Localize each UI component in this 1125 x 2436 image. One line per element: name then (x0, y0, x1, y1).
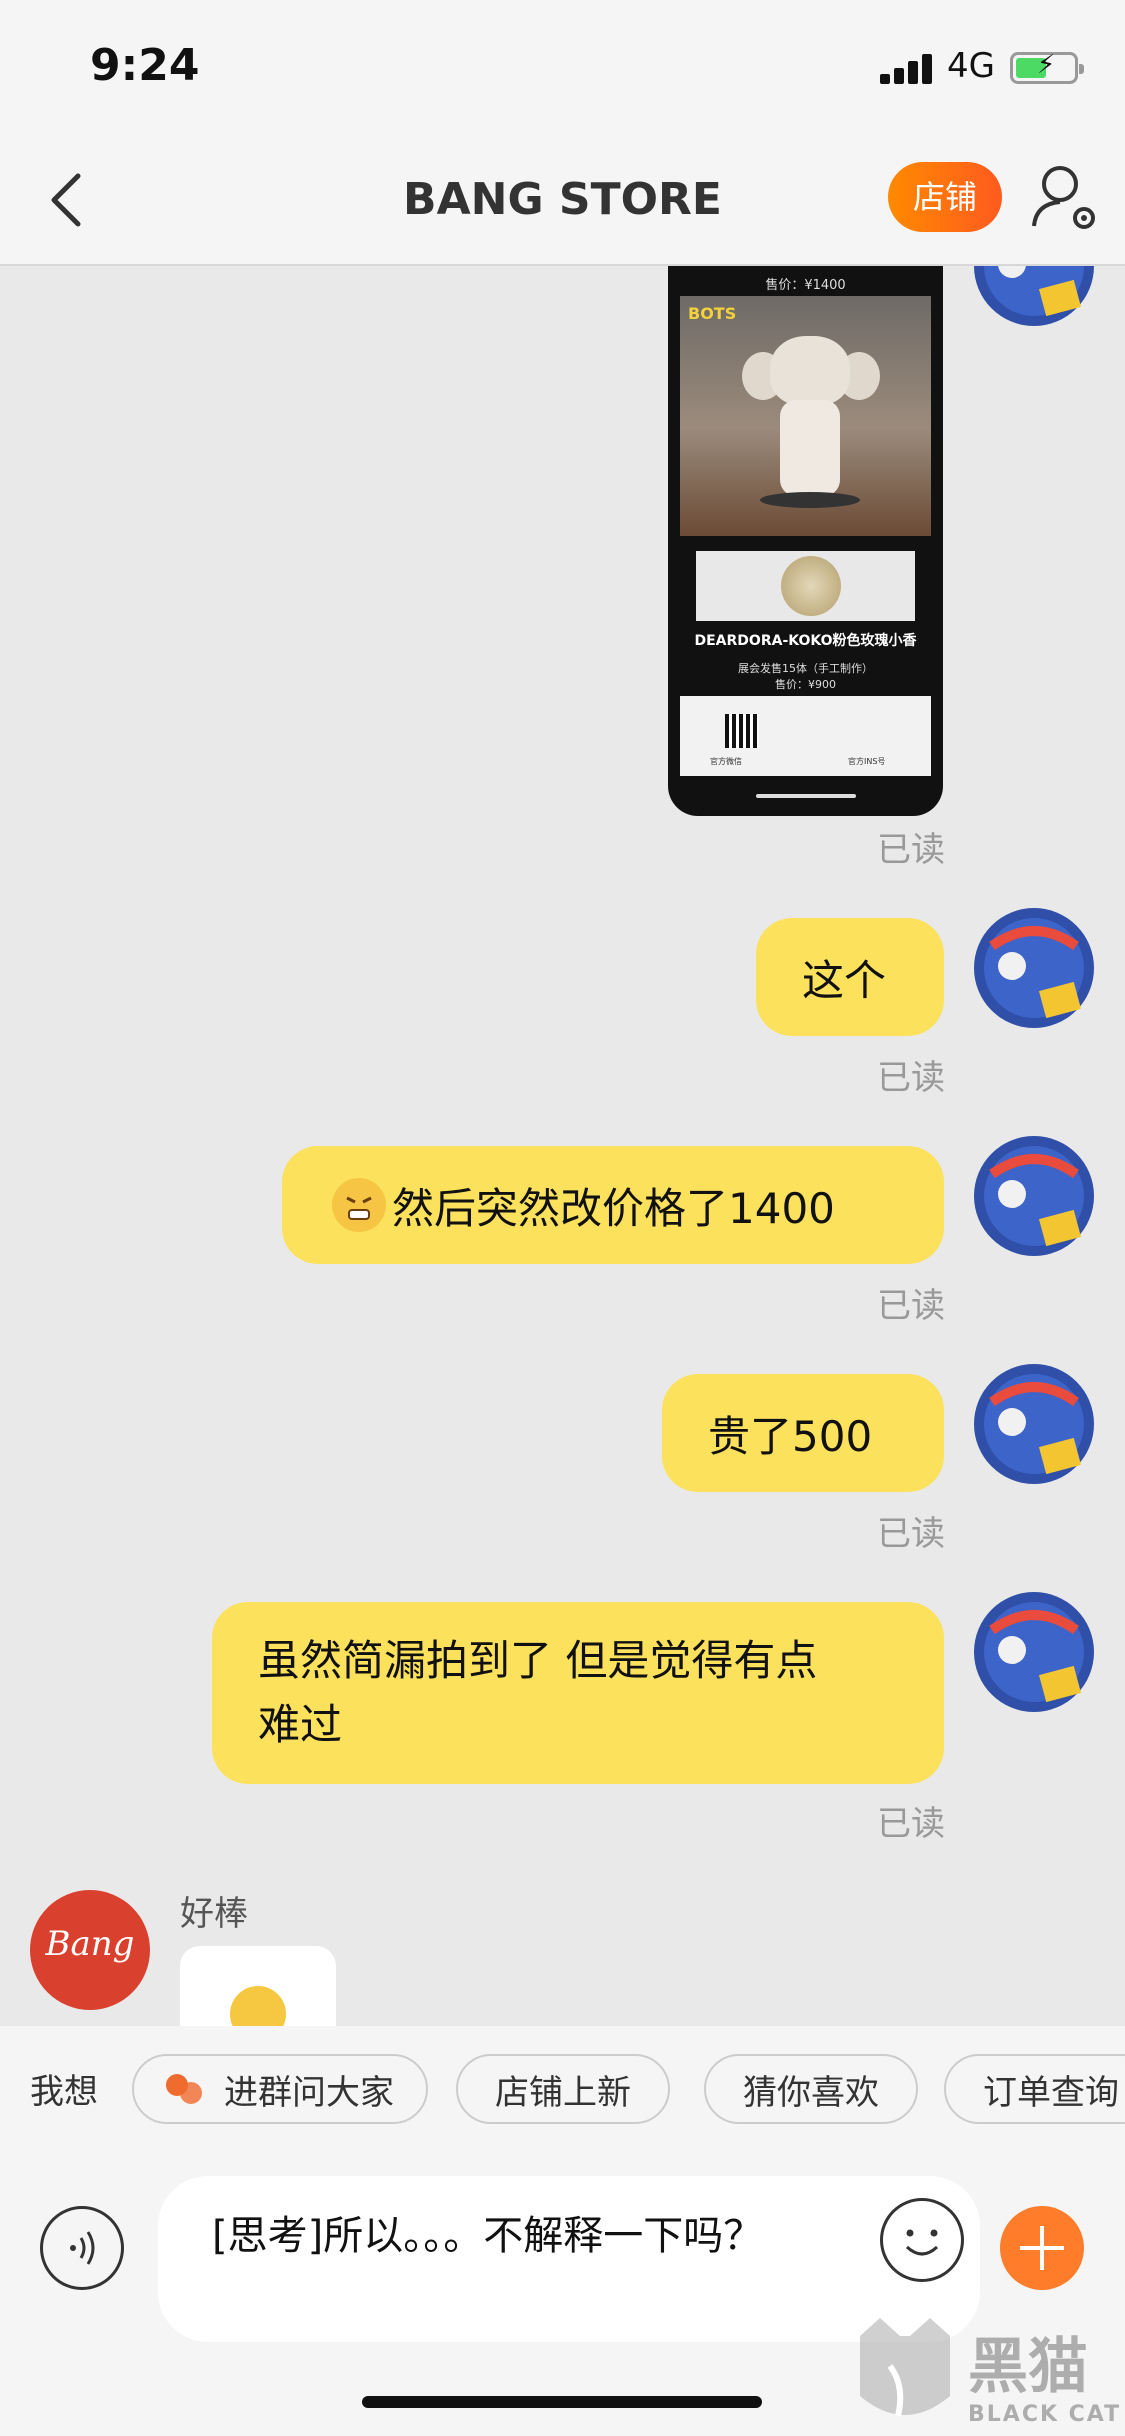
read-status: 已读 (877, 1514, 945, 1554)
status-time: 9:24 (90, 40, 200, 91)
status-bar: 9:24 4G ⚡ (0, 0, 1125, 140)
nav-bar: BANG STORE 店铺 (0, 140, 1125, 266)
self-avatar[interactable] (972, 1134, 1096, 1258)
watermark-cn: 黑猫 (968, 2332, 1088, 2402)
message-text: 虽然简漏拍到了 但是觉得有点难过 (258, 1636, 818, 1749)
cat-logo-icon (860, 2318, 950, 2417)
self-avatar[interactable] (972, 266, 1096, 328)
message-bubble[interactable]: 然后突然改价格了1400 (282, 1146, 944, 1264)
plus-icon[interactable] (1000, 2206, 1084, 2290)
message-bubble[interactable]: 贵了500 (662, 1374, 944, 1492)
qr-code-icon (725, 714, 759, 748)
message-text: 贵了500 (708, 1411, 873, 1461)
read-status: 已读 (877, 1058, 945, 1098)
merchant-name: 好棒 (180, 1894, 248, 1934)
self-avatar[interactable] (972, 1362, 1096, 1486)
qr-label-left: 官方微信 (710, 757, 742, 766)
shop-button[interactable]: 店铺 (888, 162, 1002, 232)
chip-order-query[interactable]: 订单查询 (944, 2054, 1125, 2124)
image-price-top: 售价：¥1400 (765, 278, 846, 293)
qr-section: 官方微信 官方INS号 (680, 696, 931, 776)
self-avatar[interactable] (972, 906, 1096, 1030)
emoji-icon[interactable] (880, 2198, 964, 2282)
merchant-logo-text: Bang (45, 1924, 135, 1964)
chip-label: 订单查询 (983, 2072, 1119, 2113)
product-name: DEARDORA-KOKO粉色玫瑰小香 (694, 633, 917, 649)
product-photo: BOTS (680, 296, 931, 536)
chip-label: 进群问大家 (224, 2072, 394, 2113)
chip-join-group[interactable]: 进群问大家 (132, 2054, 428, 2124)
home-indicator (362, 2396, 762, 2408)
watermark-en: BLACK CAT (968, 2402, 1122, 2427)
product-desc: 展会发售15体（手工制作） 售价：¥900 (668, 661, 943, 693)
message-text: 然后突然改价格了1400 (392, 1183, 835, 1233)
message-bubble[interactable]: 虽然简漏拍到了 但是觉得有点难过 (212, 1602, 944, 1784)
message-text: 这个 (802, 955, 887, 1005)
read-status: 已读 (877, 830, 945, 870)
network-label: 4G (947, 46, 995, 86)
chat-area[interactable]: 售价：¥1400 BOTS DEARDORA-KOKO粉色玫瑰小香 展会发售15… (0, 266, 1125, 2026)
read-status: 已读 (877, 1286, 945, 1326)
group-icon (166, 2072, 202, 2106)
quick-action-bar: 我想 进群问大家 店铺上新 猜你喜欢 订单查询 (0, 2026, 1125, 2150)
product-desc-line2: 售价：¥900 (775, 678, 836, 691)
brand-logo: BOTS (688, 304, 737, 323)
user-settings-icon[interactable] (1030, 162, 1100, 232)
chip-label: 店铺上新 (495, 2072, 631, 2113)
angry-emoji-icon (332, 1178, 386, 1232)
quick-label: 我想 (30, 2072, 98, 2112)
chip-recommend[interactable]: 猜你喜欢 (704, 2054, 918, 2124)
battery-icon: ⚡ (1010, 52, 1084, 84)
brand-seal (696, 551, 915, 621)
message-bubble[interactable]: 这个 (756, 918, 944, 1036)
chip-label: 猜你喜欢 (743, 2072, 879, 2113)
shared-image-message[interactable]: 售价：¥1400 BOTS DEARDORA-KOKO粉色玫瑰小香 展会发售15… (668, 266, 943, 816)
message-input-text[interactable]: [思考]所以。。。不解释一下吗？ (212, 2210, 812, 2262)
voice-icon[interactable] (40, 2206, 124, 2290)
merchant-avatar[interactable]: Bang (30, 1890, 150, 2010)
self-avatar[interactable] (972, 1590, 1096, 1714)
watermark: 黑猫 BLACK CAT (850, 2316, 1125, 2436)
signal-icon (880, 52, 936, 84)
chip-new-arrivals[interactable]: 店铺上新 (456, 2054, 670, 2124)
read-status: 已读 (877, 1804, 945, 1844)
product-desc-line1: 展会发售15体（手工制作） (738, 662, 873, 675)
qr-label-right: 官方INS号 (848, 757, 886, 766)
